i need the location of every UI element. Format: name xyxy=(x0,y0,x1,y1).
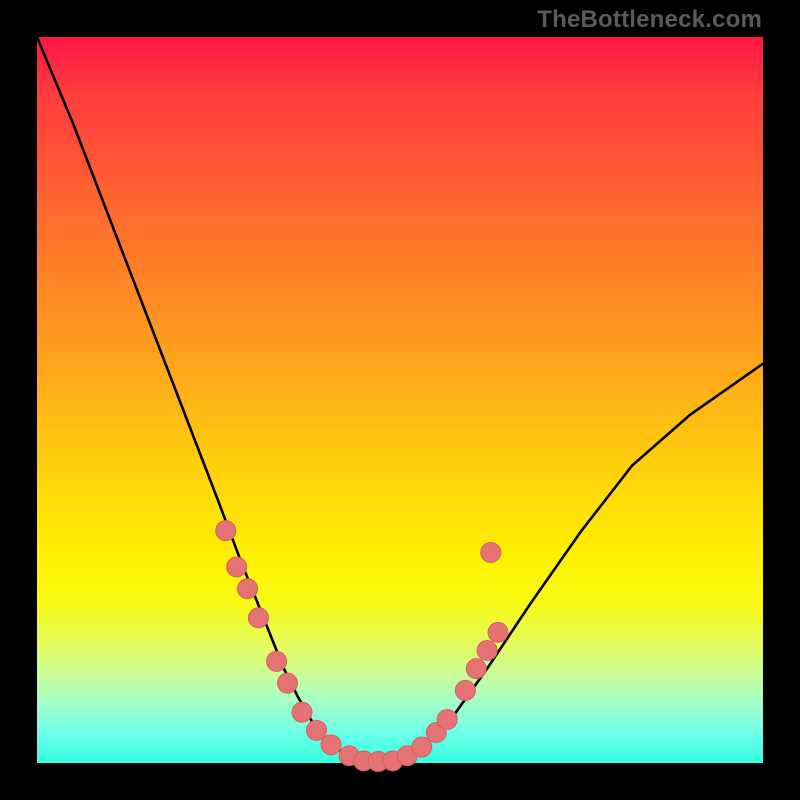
data-dot xyxy=(455,680,475,700)
data-dot xyxy=(267,651,287,671)
bottleneck-curve xyxy=(37,37,763,762)
data-dot xyxy=(227,557,247,577)
data-dot xyxy=(477,640,497,660)
watermark-text: TheBottleneck.com xyxy=(537,6,762,34)
data-dot xyxy=(466,659,486,679)
data-dot xyxy=(488,622,508,642)
data-dot xyxy=(307,720,327,740)
data-dot xyxy=(481,542,501,562)
data-dot xyxy=(277,673,297,693)
chart-container: TheBottleneck.com xyxy=(0,0,800,800)
data-dot xyxy=(248,608,268,628)
data-dot xyxy=(412,737,432,757)
data-dots xyxy=(216,521,508,772)
data-dot xyxy=(292,702,312,722)
data-dot xyxy=(216,521,236,541)
chart-overlay xyxy=(37,37,763,763)
curve-path xyxy=(37,37,763,762)
data-dot xyxy=(238,579,258,599)
data-dot xyxy=(321,735,341,755)
data-dot xyxy=(437,709,457,729)
